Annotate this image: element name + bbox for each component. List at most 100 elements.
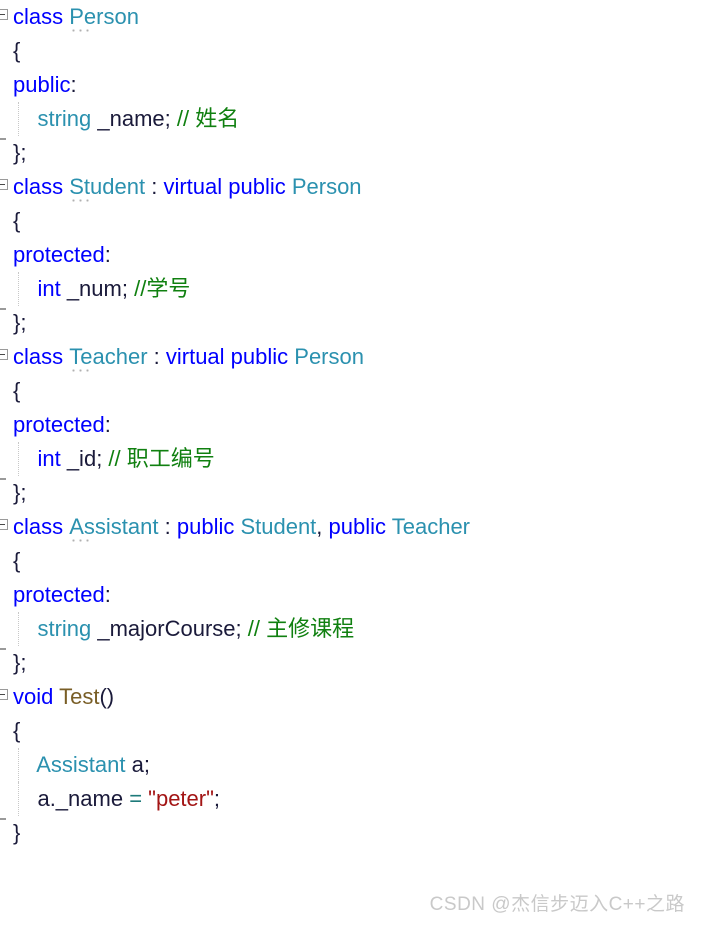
code-token-kw: class [13,4,70,29]
code-line[interactable]: }; [0,136,701,170]
fold-collapse-icon[interactable] [0,0,13,34]
code-line-text: int _num; //学号 [13,272,190,306]
code-line[interactable]: { [0,544,701,578]
code-token-id: _id [60,446,97,471]
code-line[interactable]: a._name = "peter"; [0,782,701,816]
fold-box-icon[interactable] [0,689,8,700]
code-line[interactable]: }; [0,646,701,680]
code-line[interactable]: class Person [0,0,701,34]
code-line-text: a._name = "peter"; [13,782,220,816]
code-token-typ: Person [294,344,364,369]
code-token-kw: void [13,684,60,709]
code-line[interactable]: string _name; // 姓名 [0,102,701,136]
gutter-spacer [0,544,13,578]
code-token-kw: class [13,514,70,539]
code-token-kw: int [37,446,61,471]
fold-region-end-marker [0,646,13,680]
code-line[interactable]: } [0,816,701,850]
gutter-spacer [0,374,13,408]
code-line-text: { [13,204,20,238]
code-token-typ: Person [69,0,139,34]
code-token-op [13,752,36,777]
code-line-text: void Test() [13,680,114,714]
code-line-text: } [13,816,20,850]
code-line[interactable]: protected: [0,578,701,612]
gutter-spacer [0,68,13,102]
fold-collapse-icon[interactable] [0,680,13,714]
code-token-typ: Student [69,170,145,204]
code-token-kw: public [176,514,241,539]
code-line[interactable]: { [0,714,701,748]
code-line-text: class Student : virtual public Person [13,170,362,204]
fold-region-end-marker [0,136,13,170]
code-line-text: { [13,374,20,408]
code-line-text: }; [13,476,26,510]
fold-box-icon[interactable] [0,349,8,360]
fold-box-icon[interactable] [0,179,8,190]
code-line-text: protected: [13,578,111,612]
code-line-text: { [13,34,20,68]
code-token-cmt: //学号 [134,276,191,301]
fold-end-icon [0,478,6,480]
code-token-str: "peter" [148,786,214,811]
code-line[interactable]: { [0,374,701,408]
fold-box-icon[interactable] [0,519,8,530]
code-line-text: int _id; // 职工编号 [13,442,215,476]
code-token-op: }; [13,480,27,505]
code-token-op: }; [13,310,27,335]
code-line[interactable]: class Student : virtual public Person [0,170,701,204]
fold-end-icon [0,648,6,650]
code-token-op: ; [143,752,150,777]
code-line-text: Assistant a; [13,748,150,782]
code-token-kw: virtual public [163,174,292,199]
code-line-text: protected: [13,238,111,272]
code-line[interactable]: { [0,34,701,68]
code-line[interactable]: }; [0,306,701,340]
code-line-text: protected: [13,408,111,442]
code-line[interactable]: { [0,204,701,238]
code-line[interactable]: class Teacher : virtual public Person [0,340,701,374]
code-line[interactable]: }; [0,476,701,510]
gutter-spacer [0,34,13,68]
code-editor-surface[interactable]: class Person {public: string _name; // 姓名… [0,0,701,880]
fold-collapse-icon[interactable] [0,170,13,204]
code-token-op: ; [213,786,221,811]
code-line[interactable]: protected: [0,238,701,272]
code-line-text: class Assistant : public Student, public… [13,510,470,544]
code-token-op: ; [121,276,135,301]
fold-collapse-icon[interactable] [0,340,13,374]
fold-region-end-marker [0,306,13,340]
code-line-text: }; [13,646,26,680]
code-token-op [13,276,37,301]
code-token-kw: public [328,514,392,539]
code-token-op: : [158,514,177,539]
code-token-op: : [104,582,111,607]
code-line[interactable]: int _num; //学号 [0,272,701,306]
code-line[interactable]: public: [0,68,701,102]
code-line[interactable]: int _id; // 职工编号 [0,442,701,476]
code-token-id: _majorCourse [91,616,236,641]
code-line-text: string _name; // 姓名 [13,102,239,136]
code-token-op [13,616,37,641]
fold-collapse-icon[interactable] [0,510,13,544]
code-line[interactable]: string _majorCourse; // 主修课程 [0,612,701,646]
code-line[interactable]: class Assistant : public Student, public… [0,510,701,544]
code-token-op: , [316,514,329,539]
code-token-kw: class [13,174,70,199]
code-line-text: { [13,714,20,748]
code-token-typ: string [37,106,92,131]
code-line[interactable]: void Test() [0,680,701,714]
code-token-op: : [145,174,164,199]
code-token-cmt: // 职工编号 [108,446,215,471]
code-token-op: { [13,208,21,233]
code-line[interactable]: protected: [0,408,701,442]
code-token-op: : [104,412,111,437]
code-token-op: () [99,684,115,709]
code-token-kw: int [37,276,61,301]
gutter-spacer [0,782,13,816]
gutter-spacer [0,102,13,136]
code-token-typ: Assistant [69,510,159,544]
fold-end-icon [0,138,6,140]
fold-box-icon[interactable] [0,9,8,20]
code-line[interactable]: Assistant a; [0,748,701,782]
